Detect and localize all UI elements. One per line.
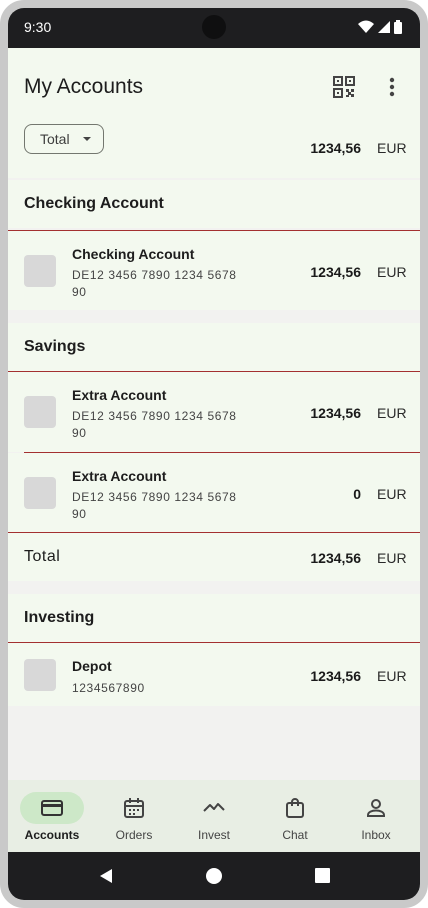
status-icons <box>358 20 402 34</box>
wifi-icon <box>358 20 374 33</box>
account-name: Extra Account <box>72 387 167 403</box>
savings-total-label: Total <box>24 548 61 565</box>
chart-line-icon <box>203 803 225 812</box>
nav-label: Accounts <box>24 828 80 842</box>
shopping-bag-icon <box>286 798 304 818</box>
account-currency: EUR <box>377 486 407 502</box>
dropdown-caret-icon <box>83 137 91 141</box>
section-header-savings: Savings <box>8 323 420 371</box>
account-currency: EUR <box>377 405 407 421</box>
more-options-button[interactable] <box>378 73 406 101</box>
more-vert-icon <box>389 77 395 97</box>
recents-square-icon[interactable] <box>315 868 330 883</box>
account-name: Checking Account <box>72 246 195 262</box>
account-row[interactable]: Extra Account DE12 3456 7890 1234 5678 90… <box>8 372 420 452</box>
nav-item-chat[interactable]: Chat <box>254 780 336 852</box>
account-avatar <box>24 396 56 428</box>
savings-total-amount: 1234,56 <box>310 550 361 566</box>
battery-icon <box>394 20 402 34</box>
account-avatar <box>24 477 56 509</box>
section-title: Savings <box>24 338 86 355</box>
camera-cutout <box>202 15 226 39</box>
home-circle-icon[interactable] <box>206 868 222 884</box>
person-icon <box>367 799 385 817</box>
summary-amount: 1234,56 <box>310 140 361 156</box>
status-time: 9:30 <box>24 19 52 35</box>
account-currency: EUR <box>377 668 407 684</box>
nav-label: Chat <box>282 828 308 842</box>
page-title: My Accounts <box>24 75 144 98</box>
nav-item-invest[interactable]: Invest <box>173 780 255 852</box>
account-iban: DE12 3456 7890 1234 5678 90 <box>72 409 237 440</box>
section-title: Investing <box>24 609 95 626</box>
status-bar: 9:30 <box>8 8 420 48</box>
account-amount: 0 <box>353 486 361 502</box>
account-name: Depot <box>72 658 112 674</box>
qr-code-icon <box>333 76 355 98</box>
account-iban: DE12 3456 7890 1234 5678 90 <box>72 490 237 521</box>
summary-currency: EUR <box>377 140 407 156</box>
savings-total-row: Total 1234,56 EUR <box>8 533 420 581</box>
account-amount: 1234,56 <box>310 668 361 684</box>
nav-item-accounts[interactable]: Accounts <box>11 780 93 852</box>
account-row[interactable]: Checking Account DE12 3456 7890 1234 567… <box>8 231 420 310</box>
account-iban: DE12 3456 7890 1234 5678 90 <box>72 268 237 299</box>
nav-item-orders[interactable]: Orders <box>93 780 175 852</box>
system-navigation-bar <box>8 852 420 900</box>
qr-code-button[interactable] <box>330 73 358 101</box>
nav-label: Inbox <box>361 828 391 842</box>
account-avatar <box>24 255 56 287</box>
section-header-checking: Checking Account <box>8 180 420 228</box>
account-currency: EUR <box>377 264 407 280</box>
signal-icon <box>378 21 390 33</box>
section-title: Checking Account <box>24 195 164 212</box>
account-row[interactable]: Extra Account DE12 3456 7890 1234 5678 90… <box>8 453 420 532</box>
account-amount: 1234,56 <box>310 405 361 421</box>
nav-label: Invest <box>197 828 230 842</box>
savings-total-currency: EUR <box>377 550 407 566</box>
account-avatar <box>24 659 56 691</box>
back-triangle-icon[interactable] <box>98 868 114 884</box>
credit-card-icon <box>41 800 63 816</box>
nav-label: Orders <box>115 828 153 842</box>
nav-item-inbox[interactable]: Inbox <box>335 780 417 852</box>
account-name: Extra Account <box>72 468 167 484</box>
total-filter-dropdown[interactable]: Total <box>24 124 104 154</box>
app-bar: My Accounts Total 1234,56 EUR <box>8 48 420 178</box>
section-header-investing: Investing <box>8 594 420 642</box>
account-amount: 1234,56 <box>310 264 361 280</box>
account-row[interactable]: Depot 1234567890 1234,56 EUR <box>8 643 420 706</box>
bottom-navigation: Accounts Orders Invest Chat Inbox <box>8 780 420 852</box>
total-filter-label: Total <box>40 131 70 147</box>
calendar-icon <box>124 798 144 818</box>
account-number: 1234567890 <box>72 681 145 695</box>
phone-frame: 9:30 My Accounts Total 1234,56 EUR Check… <box>0 0 428 908</box>
